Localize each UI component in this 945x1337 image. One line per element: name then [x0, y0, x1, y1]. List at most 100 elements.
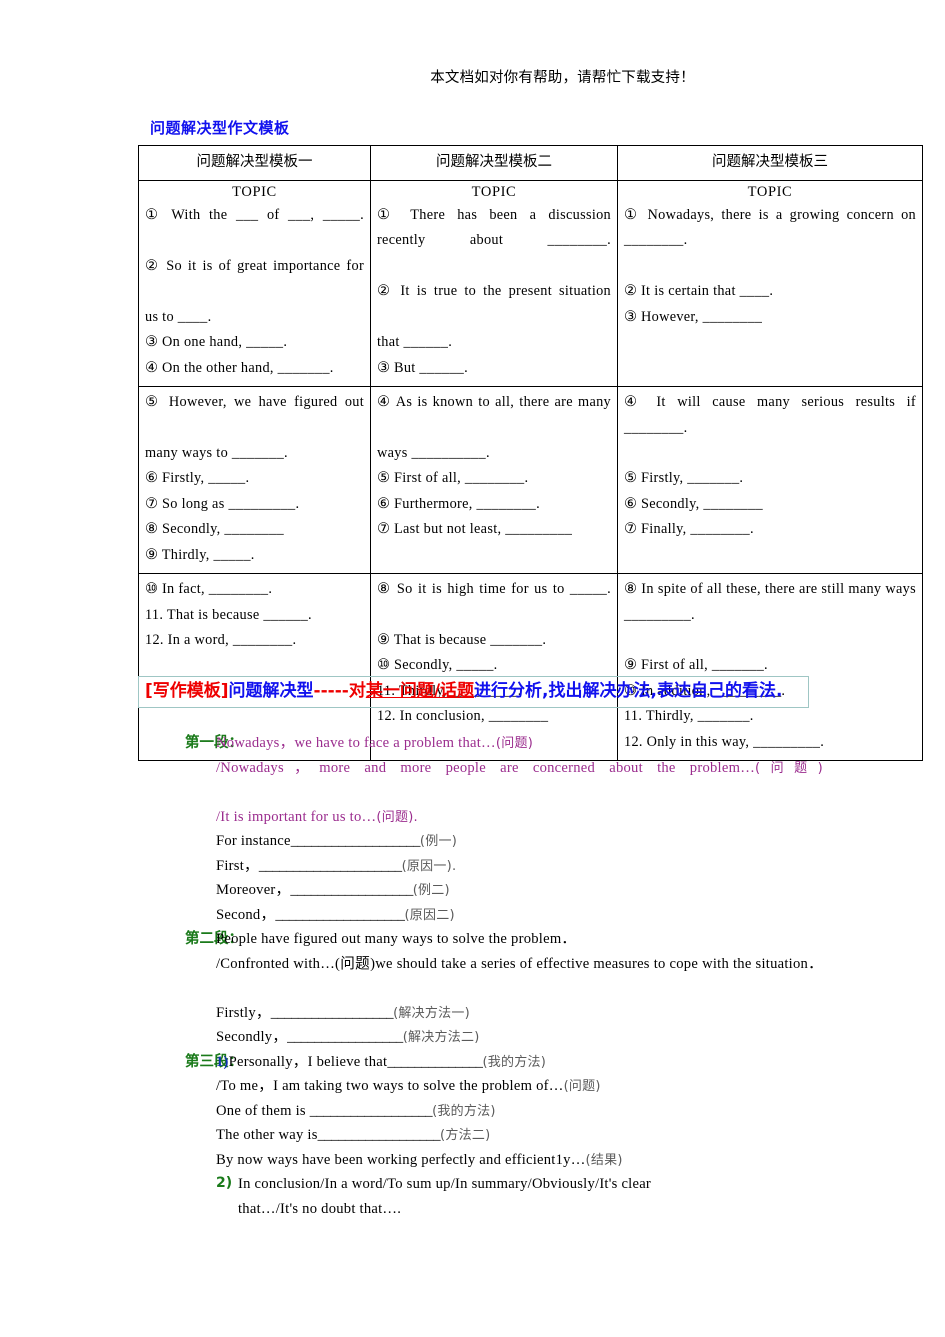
sub-marker-1: 1) — [216, 1053, 229, 1070]
list-item: ④ As is known to all, there are many — [377, 394, 611, 411]
list-item: ways __________. — [377, 444, 490, 461]
fill-blank[interactable]: __________________ — [310, 1103, 433, 1119]
list-item: ③ But ______. — [377, 359, 468, 376]
paragraph-two-label: 第二段： — [185, 931, 243, 948]
cell-template2-part2: ④ As is known to all, there are many way… — [370, 386, 618, 575]
callout-underlined-topic: 某一问题/话题 — [365, 681, 475, 701]
table-column-header-3: 问题解决型模板三 — [617, 145, 923, 181]
line-en: that…/It's no doubt that…. — [238, 1200, 402, 1217]
line-cn: (原因一). — [401, 858, 457, 874]
paragraph-line: /To me，I am taking two ways to solve the… — [216, 1074, 823, 1099]
table-column-header-1: 问题解决型模板一 — [138, 145, 371, 181]
list-item: ③ However, ________ — [624, 308, 763, 325]
callout-tag: [写作模板] — [145, 681, 229, 701]
line-cn: (例二) — [412, 883, 450, 899]
line-cn: (我的方法) — [432, 1103, 496, 1119]
fill-blank[interactable]: __________________ — [271, 1005, 394, 1021]
cell-template1-part2: ⑤ However, we have figured out many ways… — [138, 386, 371, 575]
list-item: ⑨ That is because _______. — [377, 632, 547, 649]
line-cn: (我的方法) — [482, 1054, 547, 1070]
list-item: 11. Thirdly, _______. — [624, 708, 754, 725]
cell-template2-part1: TOPIC ① There has been a discussion rece… — [370, 179, 618, 388]
list-item: ⑧ In spite of all these, there are still… — [624, 581, 916, 623]
sub-marker-2: 2) — [216, 1175, 233, 1192]
paragraph-line: Secondly，_________________(解决方法二) — [216, 1025, 823, 1050]
paragraph-line: For instance___________________(例一) — [216, 829, 823, 854]
line-en: /Confronted with…(问题)we should take a se… — [216, 955, 823, 972]
list-item: ⑤ However, we have figured out — [145, 394, 364, 411]
callout-type: 问题解决型 — [228, 681, 314, 701]
list-item: ② It is certain that ____. — [624, 283, 774, 300]
line-en: /Nowadays，more and more people are conce… — [216, 759, 756, 776]
list-item: ⑥ Firstly, _____. — [145, 470, 250, 487]
list-item: ⑩ In fact, ________. — [145, 581, 273, 598]
paragraph-three: 第三段： 1)Personally，I believe that________… — [138, 1050, 928, 1222]
line-en: One of them is — [216, 1102, 310, 1119]
page-title: 问题解决型作文模板 — [150, 119, 290, 137]
line-en: First， — [216, 857, 259, 874]
callout-dashes: -----对 — [313, 681, 366, 701]
table-header-row: 问题解决型模板一 问题解决型模板二 问题解决型模板三 — [138, 145, 923, 181]
list-item: ① Nowadays, there is a growing concern o… — [624, 207, 916, 249]
line-en: /It is important for us to… — [216, 808, 377, 825]
fill-blank[interactable]: __________________ — [290, 882, 413, 898]
line-cn: (方法二) — [440, 1128, 491, 1144]
list-item: ⑧ Secondly, ________ — [145, 521, 285, 538]
fill-blank[interactable]: _________________ — [287, 1029, 403, 1045]
line-cn: (解决方法二) — [402, 1030, 480, 1046]
line-en: Second， — [216, 906, 276, 923]
topic-label: TOPIC — [232, 184, 277, 200]
fill-blank[interactable]: ___________________ — [275, 907, 405, 923]
paragraph-three-label: 第三段： — [185, 1053, 243, 1070]
list-item: ⑥ Secondly, ________ — [624, 495, 764, 512]
fill-blank[interactable]: ___________________ — [291, 833, 421, 849]
list-item: ⑥ Furthermore, ________. — [377, 495, 540, 512]
line-en: Firstly， — [216, 1004, 271, 1021]
cell-template1-part1: TOPIC ① With the ___ of ___, _____. ② So… — [138, 179, 371, 388]
fill-blank[interactable]: _____________________ — [259, 858, 402, 874]
line-en: The other way is — [216, 1127, 318, 1144]
list-item: ⑦ So long as _________. — [145, 495, 300, 512]
table-row: TOPIC ① With the ___ of ___, _____. ② So… — [138, 179, 923, 388]
templates-table: 问题解决型模板一 问题解决型模板二 问题解决型模板三 TOPIC ① With … — [138, 145, 923, 762]
paragraph-line: /Nowadays，more and more people are conce… — [216, 756, 823, 805]
download-support-banner: 本文档如对你有帮助，请帮忙下载支持！ — [430, 70, 695, 86]
fill-blank[interactable]: ______________ — [387, 1054, 483, 1070]
line-en: People have figured out many ways to sol… — [216, 931, 577, 948]
paragraph-line: First，_____________________(原因一). — [216, 854, 823, 879]
writing-template-callout: [写作模板]问题解决型-----对某一问题/话题进行分析,找出解决办法,表达自己… — [138, 676, 809, 708]
line-cn: (问题) — [755, 760, 823, 776]
fill-blank[interactable]: __________________ — [318, 1127, 441, 1143]
paragraph-one-label: 第一段： — [185, 735, 243, 751]
line-cn: (解决方法一) — [393, 1005, 470, 1021]
line-en: Moreover， — [216, 882, 291, 899]
paragraph-sections: 第一段： Nowadays，we have to face a problem … — [138, 731, 928, 1221]
line-en: Secondly， — [216, 1029, 288, 1046]
table-row: ⑤ However, we have figured out many ways… — [138, 386, 923, 575]
paragraph-line: By now ways have been working perfectly … — [216, 1148, 823, 1173]
line-cn: (问题) — [495, 736, 534, 751]
list-item: ⑦ Finally, ________. — [624, 521, 754, 538]
line-cn: (例一) — [419, 834, 458, 850]
line-en: In conclusion/In a word/To sum up/In sum… — [238, 1176, 652, 1193]
list-item: ④ On the other hand, _______. — [145, 359, 334, 376]
list-item: ⑨ Thirdly, _____. — [145, 546, 255, 563]
topic-label: TOPIC — [471, 184, 517, 200]
paragraph-line: 1)Personally，I believe that_____________… — [216, 1050, 823, 1075]
list-item: that ______. — [377, 334, 453, 351]
list-item: ⑧ So it is high time for us to _____. — [377, 581, 611, 598]
paragraph-line: The other way is__________________(方法二) — [216, 1123, 823, 1148]
line-cn: (原因二) — [404, 907, 455, 923]
line-en: Personally，I believe that — [228, 1053, 388, 1070]
list-item: ① With the ___ of ___, _____. — [145, 207, 364, 223]
line-en: /To me，I am taking two ways to solve the… — [216, 1078, 564, 1095]
line-en: By now ways have been working perfectly … — [216, 1151, 586, 1168]
paragraph-two: 第二段： People have figured out many ways t… — [138, 927, 928, 1050]
list-item: 12. In conclusion, ________ — [377, 708, 549, 725]
topic-label: TOPIC — [747, 184, 793, 200]
list-item: 11. That is because ______. — [145, 606, 312, 623]
list-item: ④ It will cause many serious results if … — [624, 394, 916, 436]
paragraph-line: /It is important for us to…(问题). — [216, 805, 823, 830]
